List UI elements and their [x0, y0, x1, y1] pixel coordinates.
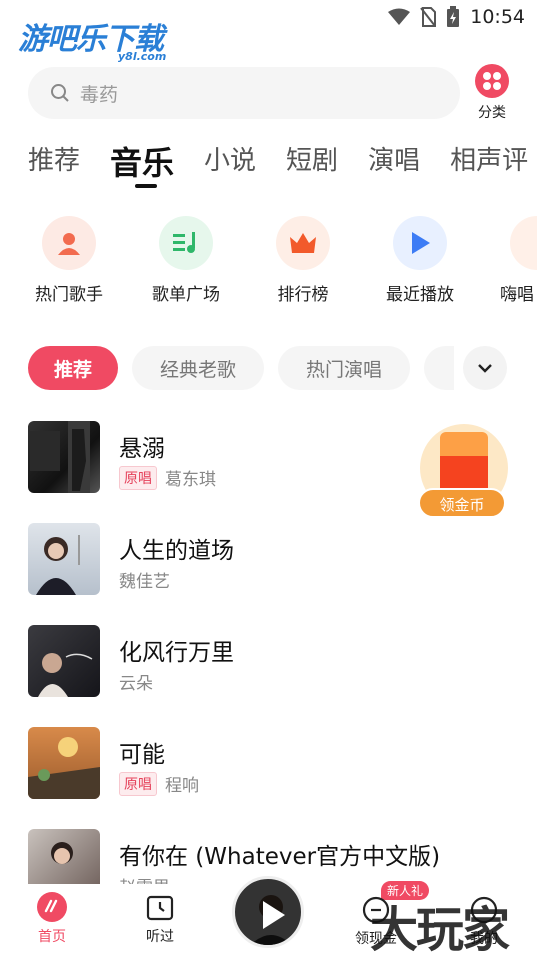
home-icon: [37, 892, 67, 922]
song-item[interactable]: 化风行万里 云朵: [28, 625, 508, 699]
battery-icon: [447, 6, 460, 27]
top-tabs: 推荐 音乐 小说 短剧 演唱 相声评: [28, 140, 528, 186]
nav-listened[interactable]: 听过: [120, 892, 200, 946]
status-icons: 10:54: [388, 6, 525, 28]
song-cover: [28, 727, 100, 799]
song-meta: 原唱 程响: [119, 771, 199, 796]
song-cover: [28, 523, 100, 595]
sing-icon: [510, 216, 537, 270]
status-time: 10:54: [470, 6, 525, 28]
song-title: 有你在 (Whatever官方中文版): [119, 844, 441, 870]
filter-chips: 推荐 经典老歌 热门演唱: [28, 346, 537, 392]
chip-classic-songs[interactable]: 经典老歌: [132, 346, 264, 390]
nav-label: 听过: [146, 929, 174, 945]
category-label: 分类: [478, 105, 506, 121]
chip-hot-concerts[interactable]: 热门演唱: [278, 346, 410, 390]
now-playing-disc[interactable]: [232, 876, 304, 948]
logo-subtext: y8l.com: [118, 50, 167, 63]
quick-label: 热门歌手: [35, 285, 103, 305]
claim-coins-button[interactable]: 领金币: [418, 488, 506, 518]
search-placeholder: 毒药: [80, 83, 119, 106]
tab-crosstalk[interactable]: 相声评: [450, 140, 528, 186]
tab-concert[interactable]: 演唱: [368, 140, 420, 186]
original-badge: 原唱: [119, 771, 157, 796]
chip-recommend[interactable]: 推荐: [28, 346, 118, 390]
playlist-icon: [159, 216, 213, 270]
song-title: 人生的道场: [119, 538, 234, 564]
quick-sing[interactable]: 嗨唱: [482, 216, 537, 305]
tab-music[interactable]: 音乐: [110, 138, 174, 184]
quick-playlist-square[interactable]: 歌单广场: [131, 216, 241, 305]
quick-label: 嗨唱: [500, 285, 534, 305]
tab-short-drama[interactable]: 短剧: [286, 140, 338, 186]
search-input[interactable]: 毒药: [28, 67, 460, 119]
watermark: 大玩家: [370, 902, 510, 958]
history-icon: [146, 895, 174, 921]
quick-hot-singers[interactable]: 热门歌手: [14, 216, 124, 305]
tab-novel[interactable]: 小说: [204, 140, 256, 186]
song-artist: 云朵: [119, 674, 153, 694]
nav-home[interactable]: 首页: [12, 892, 92, 946]
quick-recent-play[interactable]: 最近播放: [365, 216, 475, 305]
song-title: 可能: [119, 742, 165, 768]
crown-icon: [276, 216, 330, 270]
chevron-down-icon: [478, 364, 492, 373]
original-badge: 原唱: [119, 465, 157, 490]
quick-label: 排行榜: [277, 285, 329, 305]
expand-chips-button[interactable]: [463, 346, 507, 390]
category-button[interactable]: 分类: [470, 64, 514, 122]
song-title: 化风行万里: [119, 640, 234, 666]
site-logo: 游吧乐下载 y8l.com: [18, 14, 188, 66]
quick-label: 最近播放: [386, 285, 454, 305]
play-icon: [393, 216, 447, 270]
coin-reward-widget[interactable]: 领金币: [418, 424, 510, 520]
wifi-icon: [388, 8, 411, 25]
singer-icon: [42, 216, 96, 270]
tab-recommend[interactable]: 推荐: [28, 140, 80, 186]
quick-charts[interactable]: 排行榜: [248, 216, 358, 305]
song-title: 悬溺: [119, 436, 165, 462]
quick-label: 歌单广场: [152, 285, 220, 305]
song-meta: 云朵: [119, 669, 153, 694]
song-item[interactable]: 人生的道场 魏佳艺: [28, 523, 508, 597]
search-icon: [51, 84, 69, 102]
song-cover: [28, 421, 100, 493]
song-cover: [28, 829, 100, 885]
status-bar: 游吧乐下载 y8l.com 10:54: [0, 0, 537, 63]
song-meta: 原唱 葛东琪: [119, 465, 216, 490]
song-artist: 魏佳艺: [119, 572, 170, 592]
red-envelope-flap: [440, 432, 488, 456]
song-meta: 魏佳艺: [119, 567, 170, 592]
category-icon: [475, 64, 509, 98]
no-sim-icon: [420, 7, 437, 27]
chip-more[interactable]: [424, 346, 454, 390]
active-tab-indicator: [135, 184, 157, 188]
song-item[interactable]: 可能 原唱 程响: [28, 727, 508, 801]
song-cover: [28, 625, 100, 697]
nav-label: 首页: [38, 929, 66, 945]
song-artist: 葛东琪: [165, 470, 216, 490]
song-artist: 程响: [165, 776, 199, 796]
quick-entries: 热门歌手 歌单广场 排行榜 最近播放 嗨唱: [0, 216, 537, 306]
